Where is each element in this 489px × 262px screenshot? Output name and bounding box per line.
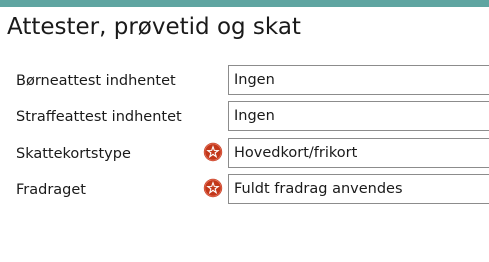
field-label-skattekortstype: Skattekortstype [16, 146, 131, 162]
field-row-skattekortstype: Skattekortstype Hovedkort/frikort [0, 138, 489, 168]
straffeattest-field[interactable]: Ingen [228, 101, 489, 131]
borneattest-field[interactable]: Ingen [228, 65, 489, 95]
field-row-straffeattest: Straffeattest indhentet Ingen [0, 101, 489, 131]
field-label-fradraget: Fradraget [16, 182, 86, 198]
fradraget-select[interactable]: Fuldt fradrag anvendes [228, 174, 489, 204]
field-label-borneattest: Børneattest indhentet [16, 73, 176, 89]
required-star-icon [203, 178, 223, 198]
field-label-straffeattest: Straffeattest indhentet [16, 109, 182, 125]
required-star-icon [203, 142, 223, 162]
page-title: Attester, prøvetid og skat [7, 14, 301, 40]
top-accent-bar [0, 0, 489, 7]
skattekortstype-select[interactable]: Hovedkort/frikort [228, 138, 489, 168]
field-row-borneattest: Børneattest indhentet Ingen [0, 65, 489, 95]
field-row-fradraget: Fradraget Fuldt fradrag anvendes [0, 174, 489, 204]
